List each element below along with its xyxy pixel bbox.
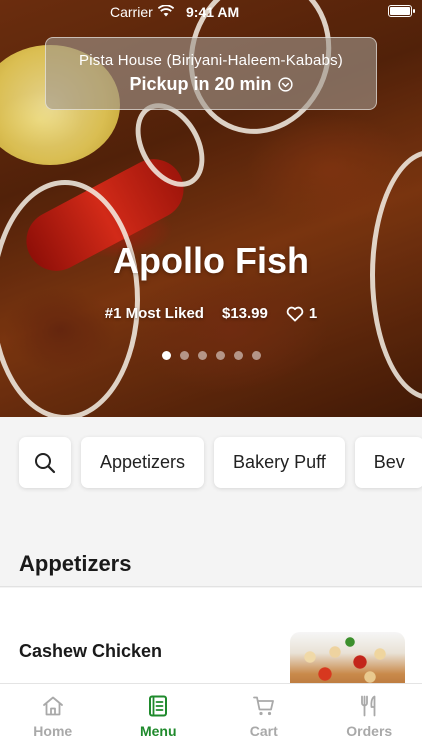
category-chip-appetizers[interactable]: Appetizers [81, 437, 205, 488]
pickup-time-toggle[interactable]: Pickup in 20 min [129, 74, 293, 95]
clock-label: 9:41 AM [186, 4, 240, 20]
tab-menu[interactable]: Menu [106, 684, 212, 750]
wifi-icon [158, 5, 174, 17]
chevron-down-circle-icon [277, 77, 293, 92]
menu-item-thumbnail [290, 632, 405, 683]
carousel-dot[interactable] [161, 351, 171, 360]
tab-orders[interactable]: Orders [317, 684, 422, 750]
pickup-selector[interactable]: Pista House (Biriyani-Haleem-Kababs) Pic… [45, 37, 377, 110]
tab-bar: Home Menu Cart Orders [0, 683, 422, 750]
featured-dish-title: Apollo Fish [113, 240, 309, 281]
battery-icon [388, 5, 415, 17]
like-button[interactable]: 1 [286, 305, 317, 322]
app-screen: Carrier 9:41 AM Pista House (Biriyani-Ha… [0, 0, 422, 750]
tab-cart[interactable]: Cart [211, 684, 317, 750]
menu-item[interactable]: Cashew Chicken [0, 588, 422, 683]
section-title: Appetizers [19, 551, 132, 576]
heart-icon [286, 306, 304, 322]
carousel-dot[interactable] [197, 351, 207, 360]
tab-home[interactable]: Home [0, 684, 106, 750]
tab-cart-label: Cart [249, 723, 278, 739]
tab-menu-label: Menu [139, 723, 177, 739]
likes-count: 1 [308, 305, 318, 322]
store-name: Pista House (Biriyani-Haleem-Kababs) [79, 52, 343, 69]
search-icon [35, 452, 56, 473]
pickup-time-label: Pickup in 20 min [129, 74, 272, 94]
featured-dish-meta: #1 Most Liked $13.99 1 [0, 305, 422, 322]
menu-item-name: Cashew Chicken [19, 641, 163, 661]
carousel-dot[interactable] [233, 351, 243, 360]
category-chip-bakery-puff[interactable]: Bakery Puff [214, 437, 345, 488]
price-label: $13.99 [221, 305, 268, 322]
home-icon [42, 696, 63, 716]
status-bar: Carrier 9:41 AM [0, 0, 422, 24]
carousel-dot[interactable] [215, 351, 225, 360]
fork-knife-icon [361, 695, 376, 717]
hero-banner[interactable]: Carrier 9:41 AM Pista House (Biriyani-Ha… [0, 0, 422, 417]
carousel-dot[interactable] [179, 351, 189, 360]
category-chip-beverages[interactable]: Bev [354, 437, 422, 488]
carousel-dot[interactable] [251, 351, 261, 360]
menu-icon [149, 695, 168, 717]
tab-orders-label: Orders [346, 723, 393, 739]
cart-icon [252, 696, 274, 716]
rank-label: #1 Most Liked [104, 305, 204, 322]
tab-home-label: Home [33, 723, 73, 739]
section-header: Appetizers [0, 535, 422, 587]
search-button[interactable] [19, 437, 71, 488]
carrier-label: Carrier [110, 4, 153, 20]
carousel-pagination [0, 351, 422, 360]
category-chips: Appetizers Bakery Puff Bev [19, 437, 422, 488]
